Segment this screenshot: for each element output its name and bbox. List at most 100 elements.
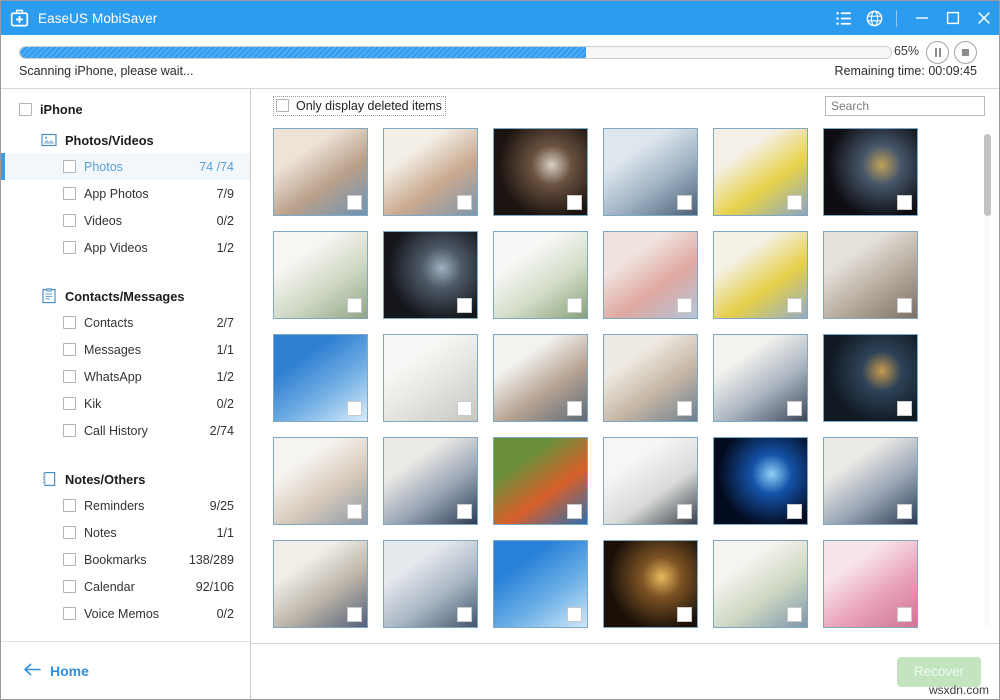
- thumbnail-checkbox[interactable]: [897, 298, 912, 313]
- thumbnail-checkbox[interactable]: [457, 298, 472, 313]
- thumbnail-item[interactable]: [493, 231, 588, 319]
- thumbnail-item[interactable]: [823, 128, 918, 216]
- thumbnail-checkbox[interactable]: [787, 607, 802, 622]
- sidebar-item-photos[interactable]: Photos 74 /74: [1, 153, 250, 180]
- sidebar-item-notes[interactable]: Notes 1/1: [1, 519, 250, 546]
- thumbnail-item[interactable]: [603, 540, 698, 628]
- thumbnail-item[interactable]: [823, 231, 918, 319]
- sidebar-item-messages[interactable]: Messages 1/1: [1, 336, 250, 363]
- thumbnail-checkbox[interactable]: [457, 195, 472, 210]
- thumbnail-item[interactable]: [713, 334, 808, 422]
- thumbnail-item[interactable]: [713, 437, 808, 525]
- thumbnail-item[interactable]: [603, 231, 698, 319]
- thumbnail-checkbox[interactable]: [347, 298, 362, 313]
- thumbnail-item[interactable]: [713, 231, 808, 319]
- scrollbar-thumb[interactable]: [984, 134, 991, 216]
- checkbox-only-deleted[interactable]: [276, 99, 289, 112]
- thumbnail-item[interactable]: [383, 334, 478, 422]
- thumbnail-item[interactable]: [603, 128, 698, 216]
- sidebar-item-iphone[interactable]: iPhone: [1, 97, 250, 122]
- thumbnail-checkbox[interactable]: [567, 504, 582, 519]
- sidebar-group-notes-others[interactable]: Notes/Others: [1, 466, 250, 492]
- thumbnail-item[interactable]: [273, 540, 368, 628]
- thumbnail-checkbox[interactable]: [567, 298, 582, 313]
- list-menu-icon[interactable]: [829, 1, 859, 35]
- thumbnail-checkbox[interactable]: [347, 504, 362, 519]
- thumbnail-item[interactable]: [273, 128, 368, 216]
- thumbnail-item[interactable]: [383, 437, 478, 525]
- checkbox-reminders[interactable]: [63, 499, 76, 512]
- checkbox-videos[interactable]: [63, 214, 76, 227]
- checkbox-kik[interactable]: [63, 397, 76, 410]
- minimize-icon[interactable]: [906, 1, 937, 35]
- checkbox-notes[interactable]: [63, 526, 76, 539]
- thumbnail-checkbox[interactable]: [897, 607, 912, 622]
- thumbnail-item[interactable]: [273, 334, 368, 422]
- stop-button[interactable]: [954, 41, 977, 64]
- checkbox-messages[interactable]: [63, 343, 76, 356]
- sidebar-item-voice-memos[interactable]: Voice Memos 0/2: [1, 600, 250, 627]
- thumbnail-item[interactable]: [603, 437, 698, 525]
- thumbnail-item[interactable]: [713, 128, 808, 216]
- sidebar-group-photos-videos[interactable]: Photos/Videos: [1, 127, 250, 153]
- thumbnail-checkbox[interactable]: [457, 504, 472, 519]
- sidebar-group-contacts-messages[interactable]: Contacts/Messages: [1, 283, 250, 309]
- thumbnail-item[interactable]: [383, 231, 478, 319]
- thumbnail-item[interactable]: [493, 437, 588, 525]
- thumbnail-item[interactable]: [493, 334, 588, 422]
- thumbnail-item[interactable]: [823, 540, 918, 628]
- thumbnail-checkbox[interactable]: [787, 504, 802, 519]
- thumbnail-item[interactable]: [493, 540, 588, 628]
- thumbnail-item[interactable]: [823, 437, 918, 525]
- checkbox-call-history[interactable]: [63, 424, 76, 437]
- checkbox-app-videos[interactable]: [63, 241, 76, 254]
- thumbnail-checkbox[interactable]: [347, 401, 362, 416]
- thumbnail-checkbox[interactable]: [677, 298, 692, 313]
- sidebar-item-contacts[interactable]: Contacts 2/7: [1, 309, 250, 336]
- thumbnail-checkbox[interactable]: [457, 607, 472, 622]
- sidebar-item-bookmarks[interactable]: Bookmarks 138/289: [1, 546, 250, 573]
- thumbnail-item[interactable]: [273, 437, 368, 525]
- thumbnail-checkbox[interactable]: [787, 195, 802, 210]
- vertical-scrollbar[interactable]: [984, 128, 991, 628]
- pause-button[interactable]: [926, 41, 949, 64]
- recover-button[interactable]: Recover: [897, 656, 981, 687]
- checkbox-iphone[interactable]: [19, 103, 32, 116]
- thumbnail-checkbox[interactable]: [347, 607, 362, 622]
- globe-icon[interactable]: [859, 1, 889, 35]
- checkbox-whatsapp[interactable]: [63, 370, 76, 383]
- thumbnail-checkbox[interactable]: [567, 607, 582, 622]
- sidebar-item-calendar[interactable]: Calendar 92/106: [1, 573, 250, 600]
- thumbnail-checkbox[interactable]: [347, 195, 362, 210]
- thumbnail-checkbox[interactable]: [897, 401, 912, 416]
- checkbox-voice-memos[interactable]: [63, 607, 76, 620]
- thumbnail-item[interactable]: [823, 334, 918, 422]
- thumbnail-checkbox[interactable]: [897, 195, 912, 210]
- thumbnail-checkbox[interactable]: [677, 401, 692, 416]
- thumbnail-item[interactable]: [603, 334, 698, 422]
- thumbnail-checkbox[interactable]: [787, 298, 802, 313]
- checkbox-app-photos[interactable]: [63, 187, 76, 200]
- maximize-icon[interactable]: [937, 1, 968, 35]
- sidebar-item-reminders[interactable]: Reminders 9/25: [1, 492, 250, 519]
- thumbnail-item[interactable]: [493, 128, 588, 216]
- sidebar-item-call-history[interactable]: Call History 2/74: [1, 417, 250, 444]
- sidebar-item-kik[interactable]: Kik 0/2: [1, 390, 250, 417]
- thumbnail-item[interactable]: [383, 540, 478, 628]
- checkbox-photos[interactable]: [63, 160, 76, 173]
- sidebar-item-whatsapp[interactable]: WhatsApp 1/2: [1, 363, 250, 390]
- home-button[interactable]: Home: [23, 663, 89, 679]
- close-icon[interactable]: [968, 1, 999, 35]
- sidebar-item-app-photos[interactable]: App Photos 7/9: [1, 180, 250, 207]
- thumbnail-checkbox[interactable]: [787, 401, 802, 416]
- thumbnail-item[interactable]: [713, 540, 808, 628]
- checkbox-calendar[interactable]: [63, 580, 76, 593]
- thumbnail-item[interactable]: [273, 231, 368, 319]
- thumbnail-checkbox[interactable]: [677, 195, 692, 210]
- thumbnail-checkbox[interactable]: [567, 401, 582, 416]
- sidebar-item-app-videos[interactable]: App Videos 1/2: [1, 234, 250, 261]
- thumbnail-checkbox[interactable]: [677, 607, 692, 622]
- thumbnail-checkbox[interactable]: [897, 504, 912, 519]
- thumbnail-checkbox[interactable]: [677, 504, 692, 519]
- search-input[interactable]: [825, 95, 985, 116]
